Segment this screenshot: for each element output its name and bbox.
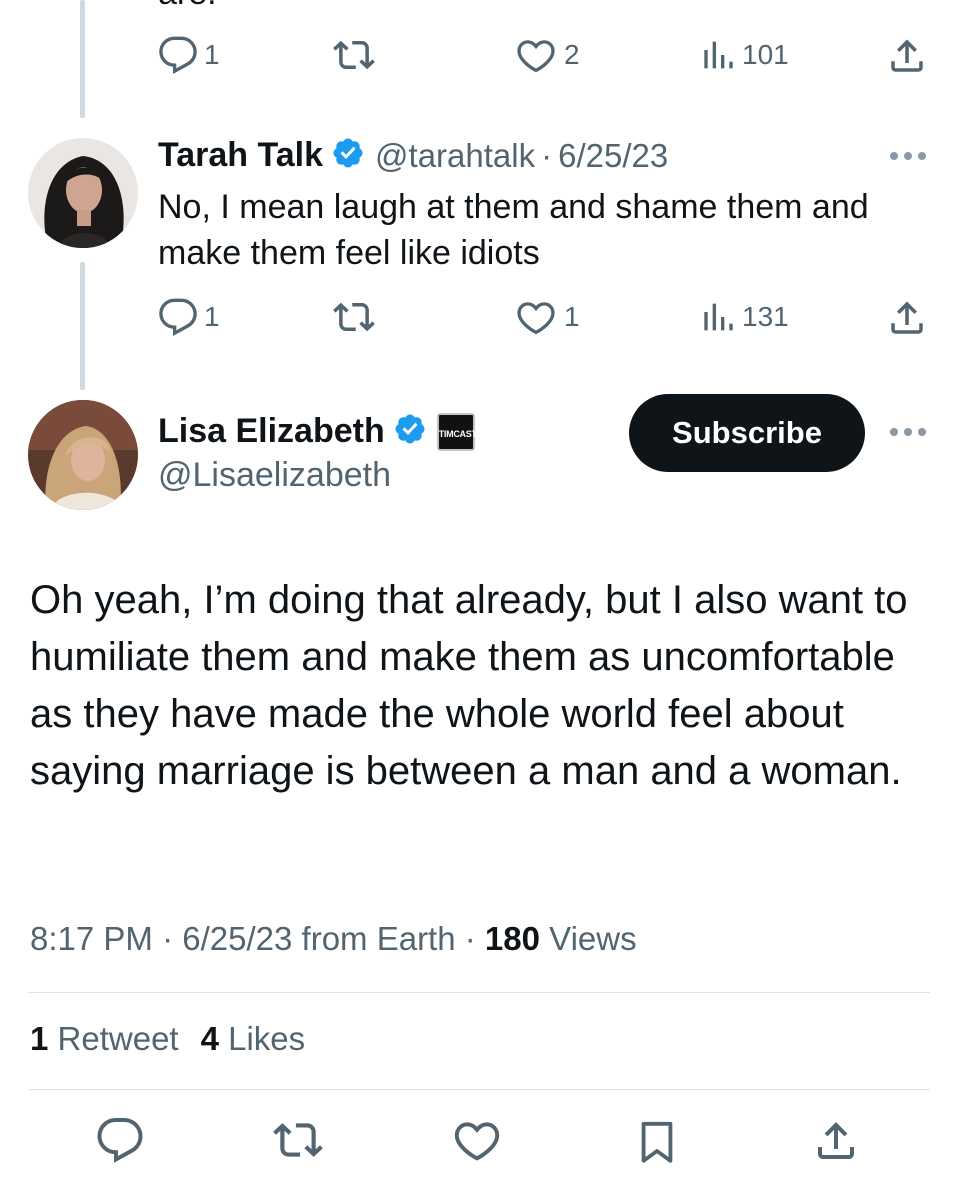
share-icon <box>818 1122 854 1159</box>
reply-tweet-header: Tarah Talk @tarahtalk · 6/25/23 <box>158 136 668 175</box>
like-button[interactable]: 1 <box>514 296 580 338</box>
tweet-date[interactable]: 6/25/23 <box>558 137 668 175</box>
separator: · <box>464 920 476 957</box>
views-icon <box>704 303 733 331</box>
thread-line-top <box>80 0 85 118</box>
views-button[interactable]: 131 <box>696 296 789 338</box>
share-button[interactable] <box>886 296 928 340</box>
like-icon <box>517 302 555 335</box>
main-tweet-text: Oh yeah, I’m doing that already, but I a… <box>30 578 908 793</box>
retweet-icon <box>333 40 375 70</box>
author-name[interactable]: Lisa Elizabeth <box>158 412 385 451</box>
retweet-button[interactable] <box>270 1115 326 1170</box>
like-icon <box>454 1122 500 1161</box>
affiliate-badge[interactable]: TIMCAST <box>436 412 477 451</box>
retweet-button[interactable] <box>330 296 378 338</box>
author-handle[interactable]: @tarahtalk <box>375 137 535 175</box>
reply-tweet-actions: 1 1 131 <box>158 296 928 346</box>
reply-icon <box>159 36 197 75</box>
divider <box>28 992 930 993</box>
more-icon[interactable] <box>890 428 926 436</box>
retweet-icon <box>333 302 375 332</box>
likes-stat[interactable]: 4 Likes <box>201 1020 306 1057</box>
verified-icon <box>393 412 427 451</box>
retweet-button[interactable] <box>330 34 378 76</box>
retweets-label: Retweet <box>57 1020 179 1057</box>
reply-icon <box>159 298 197 337</box>
previous-tweet-actions: 1 2 101 <box>158 34 928 84</box>
author-name[interactable]: Tarah Talk <box>158 136 323 175</box>
retweet-icon <box>273 1123 323 1157</box>
avatar-tarah[interactable] <box>28 138 138 248</box>
views-icon <box>704 41 733 69</box>
avatar-lisa[interactable] <box>28 400 138 510</box>
retweets-stat[interactable]: 1 Retweet <box>30 1020 179 1057</box>
reply-button[interactable] <box>96 1115 144 1170</box>
reply-button[interactable]: 1 <box>158 296 220 338</box>
thread-line-middle <box>80 262 85 390</box>
reply-count: 1 <box>204 39 220 70</box>
share-icon <box>891 301 923 334</box>
subscribe-button[interactable]: Subscribe <box>629 394 865 472</box>
separator: · <box>541 136 553 174</box>
bookmark-icon <box>641 1121 673 1163</box>
like-count: 2 <box>564 39 580 70</box>
reply-count: 1 <box>204 301 220 332</box>
bookmark-button[interactable] <box>634 1115 680 1174</box>
author-handle[interactable]: @Lisaelizabeth <box>158 456 391 495</box>
separator: · <box>162 920 174 957</box>
reply-button[interactable]: 1 <box>158 34 220 76</box>
tweet-time[interactable]: 8:17 PM <box>30 920 153 957</box>
main-tweet-actions <box>0 1115 958 1175</box>
reply-icon <box>97 1118 143 1163</box>
reply-tweet-text: No, I mean laugh at them and shame them … <box>158 188 869 272</box>
tweet-date[interactable]: 6/25/23 <box>182 920 292 957</box>
more-icon[interactable] <box>890 152 926 160</box>
likes-count: 4 <box>200 1020 219 1057</box>
views-count: 101 <box>742 39 789 70</box>
verified-icon <box>331 136 365 175</box>
views-count: 180 <box>484 920 540 957</box>
retweets-count: 1 <box>30 1020 49 1057</box>
like-button[interactable] <box>452 1115 502 1170</box>
tweet-meta: 8:17 PM · 6/25/23 from Earth · 180 Views <box>30 920 637 958</box>
like-button[interactable]: 2 <box>514 34 580 76</box>
tweet-stats: 1 Retweet 4 Likes <box>30 1020 305 1058</box>
main-tweet-header: Lisa Elizabeth TIMCAST <box>158 412 477 451</box>
likes-label: Likes <box>228 1020 306 1057</box>
share-icon <box>891 39 923 72</box>
views-button[interactable]: 101 <box>696 34 789 76</box>
divider <box>28 1089 930 1090</box>
views-label: Views <box>549 920 637 957</box>
share-button[interactable] <box>812 1115 860 1172</box>
tweet-source: from Earth <box>301 920 456 957</box>
like-count: 1 <box>564 301 580 332</box>
like-icon <box>517 40 555 73</box>
previous-tweet-text: are. <box>158 0 217 13</box>
views-count: 131 <box>742 301 789 332</box>
share-button[interactable] <box>886 34 928 78</box>
